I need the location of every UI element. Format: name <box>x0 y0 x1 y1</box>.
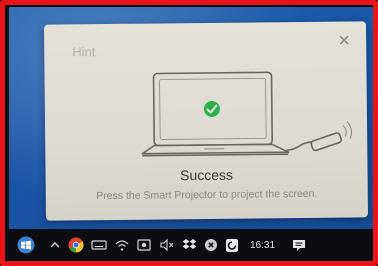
volume-muted-icon[interactable] <box>159 234 175 256</box>
check-circle-icon <box>203 100 220 117</box>
dialog-title: Hint <box>72 44 96 60</box>
photo-frame: Hint ✕ Success Press the Smart Projector… <box>0 0 378 266</box>
wifi-icon[interactable] <box>114 234 130 256</box>
photos-icon[interactable] <box>137 234 152 256</box>
taskbar-clock[interactable]: 16:31 <box>250 234 275 256</box>
hint-dialog: Hint ✕ Success Press the Smart Projector… <box>43 21 369 221</box>
windows-start-icon <box>17 236 35 254</box>
desktop: Hint ✕ Success Press the Smart Projector… <box>9 7 373 239</box>
laptop-illustration <box>141 71 353 157</box>
security-icon[interactable] <box>225 234 239 256</box>
close-circle-icon[interactable] <box>204 234 218 256</box>
hint-message: Press the Smart Projector to project the… <box>96 187 318 203</box>
system-tray: 16:31 <box>49 234 306 256</box>
taskbar: 16:31 <box>5 229 373 261</box>
wireless-dongle-icon <box>286 121 353 152</box>
chevron-up-icon[interactable] <box>49 234 61 256</box>
action-center-icon[interactable] <box>292 234 306 256</box>
chrome-icon[interactable] <box>68 234 84 256</box>
keyboard-icon[interactable] <box>91 234 107 256</box>
success-label: Success <box>180 166 234 184</box>
start-button[interactable] <box>15 234 37 256</box>
close-icon[interactable]: ✕ <box>334 31 354 51</box>
dropbox-icon[interactable] <box>182 234 197 256</box>
